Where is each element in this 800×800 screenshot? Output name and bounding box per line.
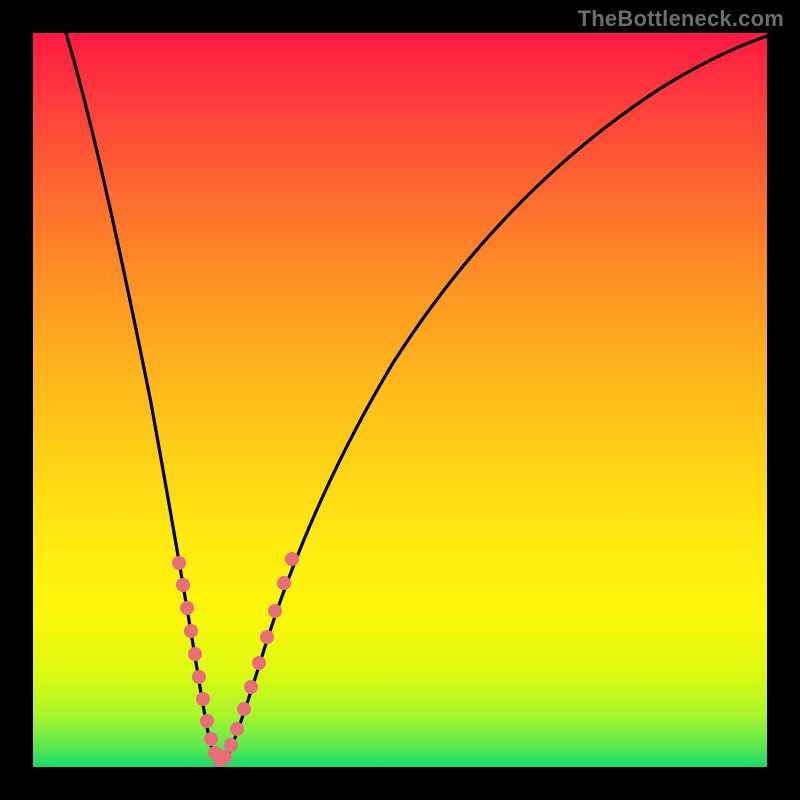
watermark-text: TheBottleneck.com <box>578 6 784 32</box>
chart-frame: TheBottleneck.com <box>0 0 800 800</box>
bottleneck-curve <box>66 33 767 762</box>
chart-svg <box>33 33 767 767</box>
marker-group <box>172 552 299 767</box>
